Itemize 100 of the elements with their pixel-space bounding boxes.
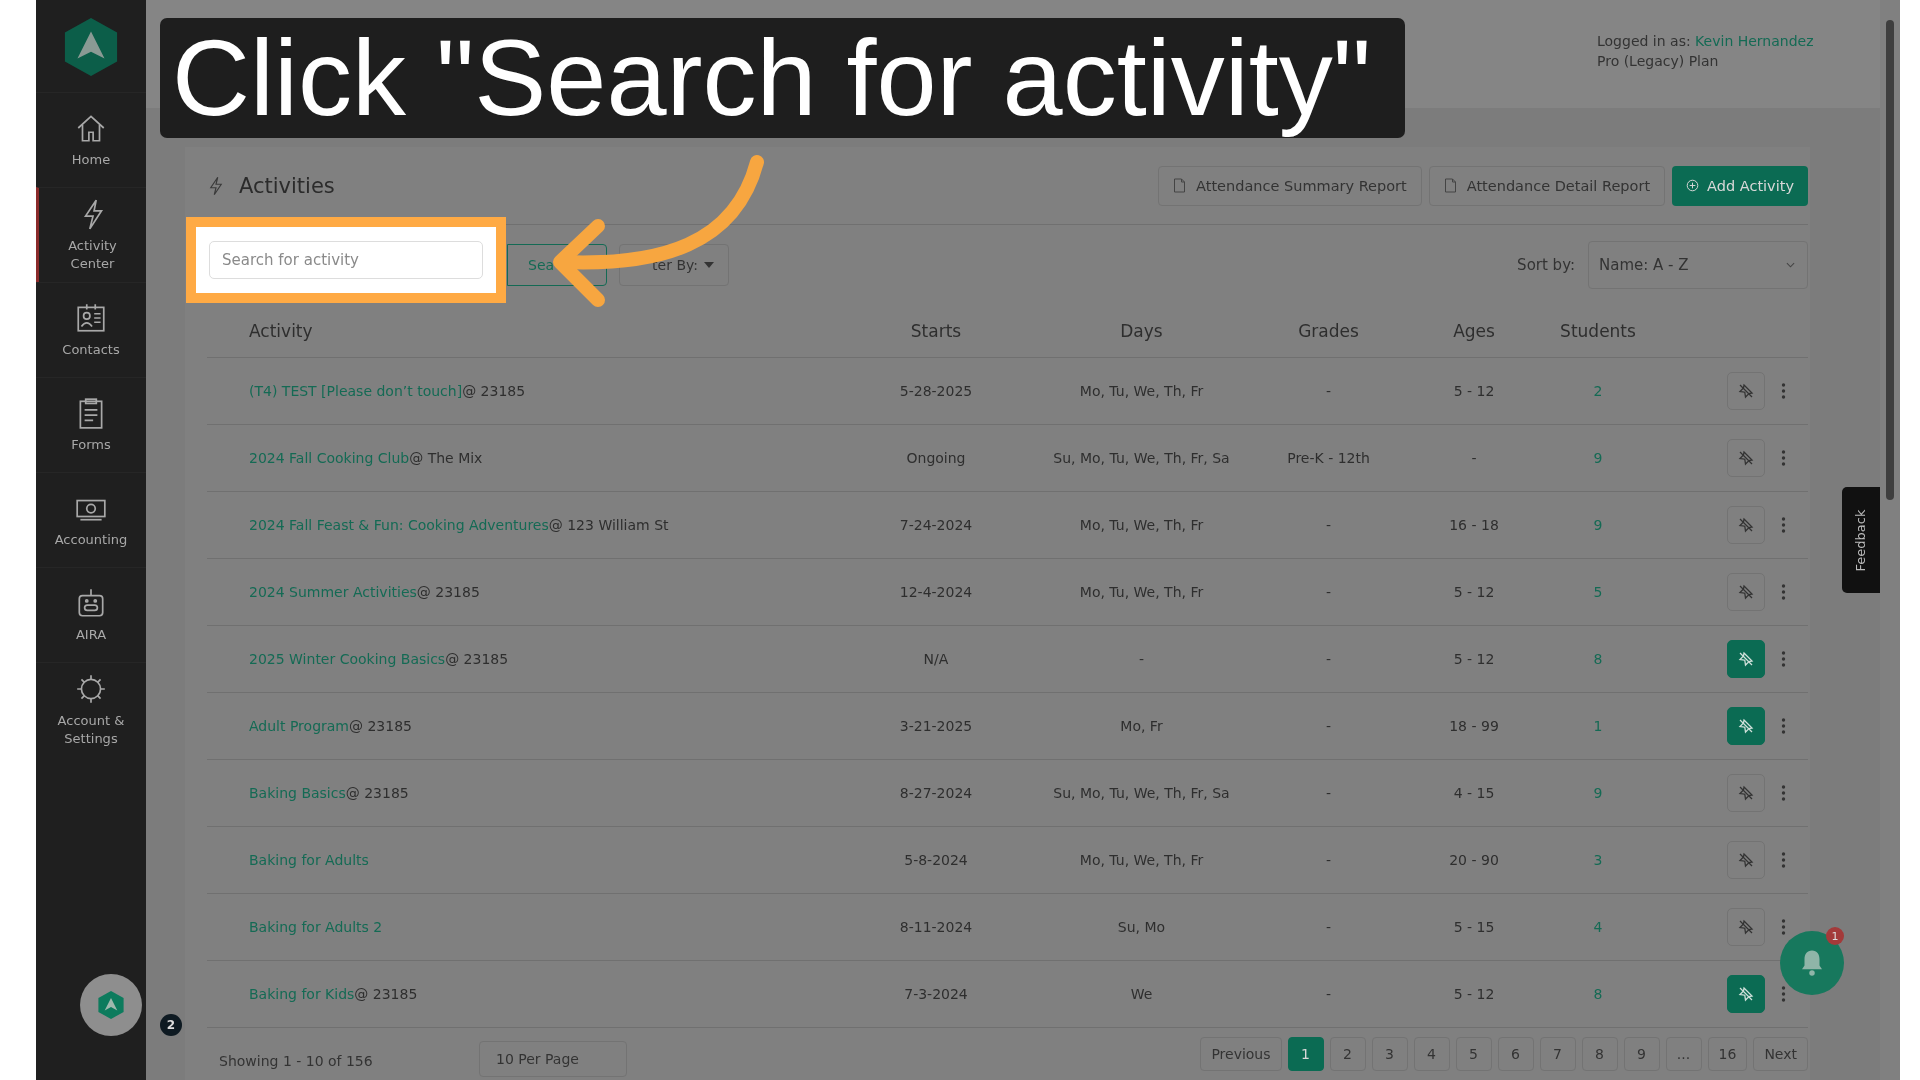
report-button[interactable]: Attendance Detail Report bbox=[1428, 165, 1666, 206]
sidebar-item[interactable]: AIRA bbox=[36, 567, 146, 662]
more-options-icon[interactable] bbox=[1781, 450, 1786, 466]
activity-link[interactable]: Baking Basics bbox=[249, 785, 346, 801]
more-options-icon[interactable] bbox=[1781, 517, 1786, 533]
page-button[interactable]: 3 bbox=[1371, 1037, 1408, 1071]
column-header: Starts bbox=[909, 321, 963, 341]
students-link[interactable]: 9 bbox=[1536, 450, 1660, 466]
sidebar-item[interactable]: Activity Center bbox=[36, 187, 146, 282]
pin-button[interactable] bbox=[1727, 372, 1765, 410]
pin-button[interactable] bbox=[1727, 506, 1765, 544]
more-options-icon[interactable] bbox=[1781, 383, 1786, 399]
more-options-icon[interactable] bbox=[1781, 651, 1786, 667]
page-button[interactable]: 8 bbox=[1581, 1037, 1618, 1071]
sidebar-item[interactable]: Forms bbox=[36, 377, 146, 472]
table-cell-text: - bbox=[1137, 651, 1146, 667]
pin-icon bbox=[1738, 785, 1754, 801]
page-button[interactable]: 1 bbox=[1287, 1037, 1324, 1071]
table-cell-text: - bbox=[1470, 450, 1478, 466]
activity-link[interactable]: Baking for Adults bbox=[249, 852, 369, 868]
document-icon bbox=[1173, 178, 1187, 193]
students-link[interactable]: 5 bbox=[1536, 584, 1660, 600]
pin-button[interactable] bbox=[1727, 975, 1765, 1013]
plus-circle-icon bbox=[1686, 178, 1700, 193]
activity-link[interactable]: 2024 Fall Cooking Club bbox=[249, 450, 410, 466]
page-button[interactable]: 2 bbox=[1329, 1037, 1366, 1071]
card-title: Activities bbox=[239, 173, 335, 198]
chevron-icon bbox=[1786, 262, 1795, 268]
pin-button[interactable] bbox=[1727, 841, 1765, 879]
logo-icon bbox=[97, 990, 125, 1020]
sidebar-item[interactable]: Contacts bbox=[36, 282, 146, 377]
sidebar-item[interactable]: Home bbox=[36, 92, 146, 187]
activity-link[interactable]: 2025 Winter Cooking Basics bbox=[249, 651, 446, 667]
report-button[interactable]: Attendance Summary Report bbox=[1158, 165, 1422, 206]
per-page-dropdown[interactable]: 10 Per Page bbox=[479, 1041, 627, 1077]
table-cell-text: Mo, Tu, We, Th, Fr bbox=[1078, 517, 1205, 533]
pin-button[interactable] bbox=[1727, 640, 1765, 678]
pin-button[interactable] bbox=[1727, 908, 1765, 946]
location-text: @ 23185 bbox=[462, 383, 526, 399]
table-cell-text: 5-8-2024 bbox=[903, 852, 969, 868]
location-text: @ 23185 bbox=[445, 651, 509, 667]
pin-icon bbox=[1738, 450, 1754, 466]
pin-icon bbox=[1738, 517, 1754, 533]
activity-link[interactable]: Baking for Kids bbox=[249, 986, 355, 1002]
page-button[interactable]: 16 bbox=[1707, 1037, 1748, 1071]
column-header: Days bbox=[1119, 321, 1164, 341]
students-link[interactable]: 1 bbox=[1536, 718, 1660, 734]
pin-button[interactable] bbox=[1727, 439, 1765, 477]
search-field[interactable]: Search for activity bbox=[209, 241, 483, 279]
more-options-icon[interactable] bbox=[1781, 718, 1786, 734]
pin-button[interactable] bbox=[1727, 707, 1765, 745]
more-options-icon[interactable] bbox=[1781, 584, 1786, 600]
location-text: @ 23185 bbox=[345, 785, 409, 801]
logged-in-text: Logged in as: Kevin Hernandez bbox=[1597, 33, 1815, 49]
page-button[interactable]: Previous bbox=[1200, 1037, 1282, 1071]
more-options-icon[interactable] bbox=[1781, 919, 1786, 935]
user-link[interactable]: Kevin Hernandez bbox=[1695, 33, 1814, 49]
students-link[interactable]: 4 bbox=[1536, 919, 1660, 935]
pin-button[interactable] bbox=[1727, 573, 1765, 611]
more-options-icon[interactable] bbox=[1781, 785, 1786, 801]
page-button[interactable]: 6 bbox=[1497, 1037, 1534, 1071]
table-cell-text: 18 - 99 bbox=[1448, 718, 1500, 734]
more-options-icon[interactable] bbox=[1781, 986, 1786, 1002]
scrollbar[interactable] bbox=[1880, 0, 1900, 1080]
page-button[interactable]: Next bbox=[1753, 1037, 1808, 1071]
page-button[interactable]: 7 bbox=[1539, 1037, 1576, 1071]
students-link[interactable]: 3 bbox=[1536, 852, 1660, 868]
page-button[interactable]: ... bbox=[1665, 1037, 1702, 1071]
activity-link[interactable]: 2024 Summer Activities bbox=[249, 584, 417, 600]
lightning-icon bbox=[209, 175, 223, 196]
table-cell-text: - bbox=[1324, 517, 1333, 533]
students-link[interactable]: 2 bbox=[1536, 383, 1660, 399]
activity-link[interactable]: Baking for Adults 2 bbox=[249, 919, 383, 935]
page-button[interactable]: 4 bbox=[1413, 1037, 1450, 1071]
table-cell-text: Pre-K - 12th bbox=[1286, 450, 1371, 466]
more-options-icon[interactable] bbox=[1781, 852, 1786, 868]
page-button[interactable]: 5 bbox=[1455, 1037, 1492, 1071]
students-link[interactable]: 9 bbox=[1536, 785, 1660, 801]
students-link[interactable]: 8 bbox=[1536, 651, 1660, 667]
location-text: @ 23185 bbox=[416, 584, 480, 600]
account-badge: 2 bbox=[160, 1014, 182, 1036]
table-cell-text: Mo, Tu, We, Th, Fr bbox=[1078, 852, 1205, 868]
table-cell-text: - bbox=[1324, 986, 1333, 1002]
pin-icon bbox=[1738, 718, 1754, 734]
table-cell-text: Ongoing bbox=[905, 450, 967, 466]
sidebar-item[interactable]: Accounting bbox=[36, 472, 146, 567]
feedback-tab[interactable]: Feedback bbox=[1842, 487, 1880, 593]
students-link[interactable]: 9 bbox=[1536, 517, 1660, 533]
sort-dropdown[interactable]: Name: A - Z bbox=[1588, 241, 1808, 289]
caret-icon bbox=[704, 262, 714, 268]
students-link[interactable]: 8 bbox=[1536, 986, 1660, 1002]
sidebar-item[interactable]: Account & Settings bbox=[36, 662, 146, 757]
table-cell-text: 3-21-2025 bbox=[898, 718, 974, 734]
activity-link[interactable]: 2024 Fall Feast & Fun: Cooking Adventures bbox=[249, 517, 549, 533]
table-cell-text: 8-11-2024 bbox=[898, 919, 974, 935]
activity-link[interactable]: (T4) TEST [Please don’t touch] bbox=[249, 383, 463, 399]
add-activity-button[interactable]: Add Activity bbox=[1672, 165, 1808, 206]
activity-link[interactable]: Adult Program bbox=[249, 718, 349, 734]
pin-button[interactable] bbox=[1727, 774, 1765, 812]
page-button[interactable]: 9 bbox=[1623, 1037, 1660, 1071]
